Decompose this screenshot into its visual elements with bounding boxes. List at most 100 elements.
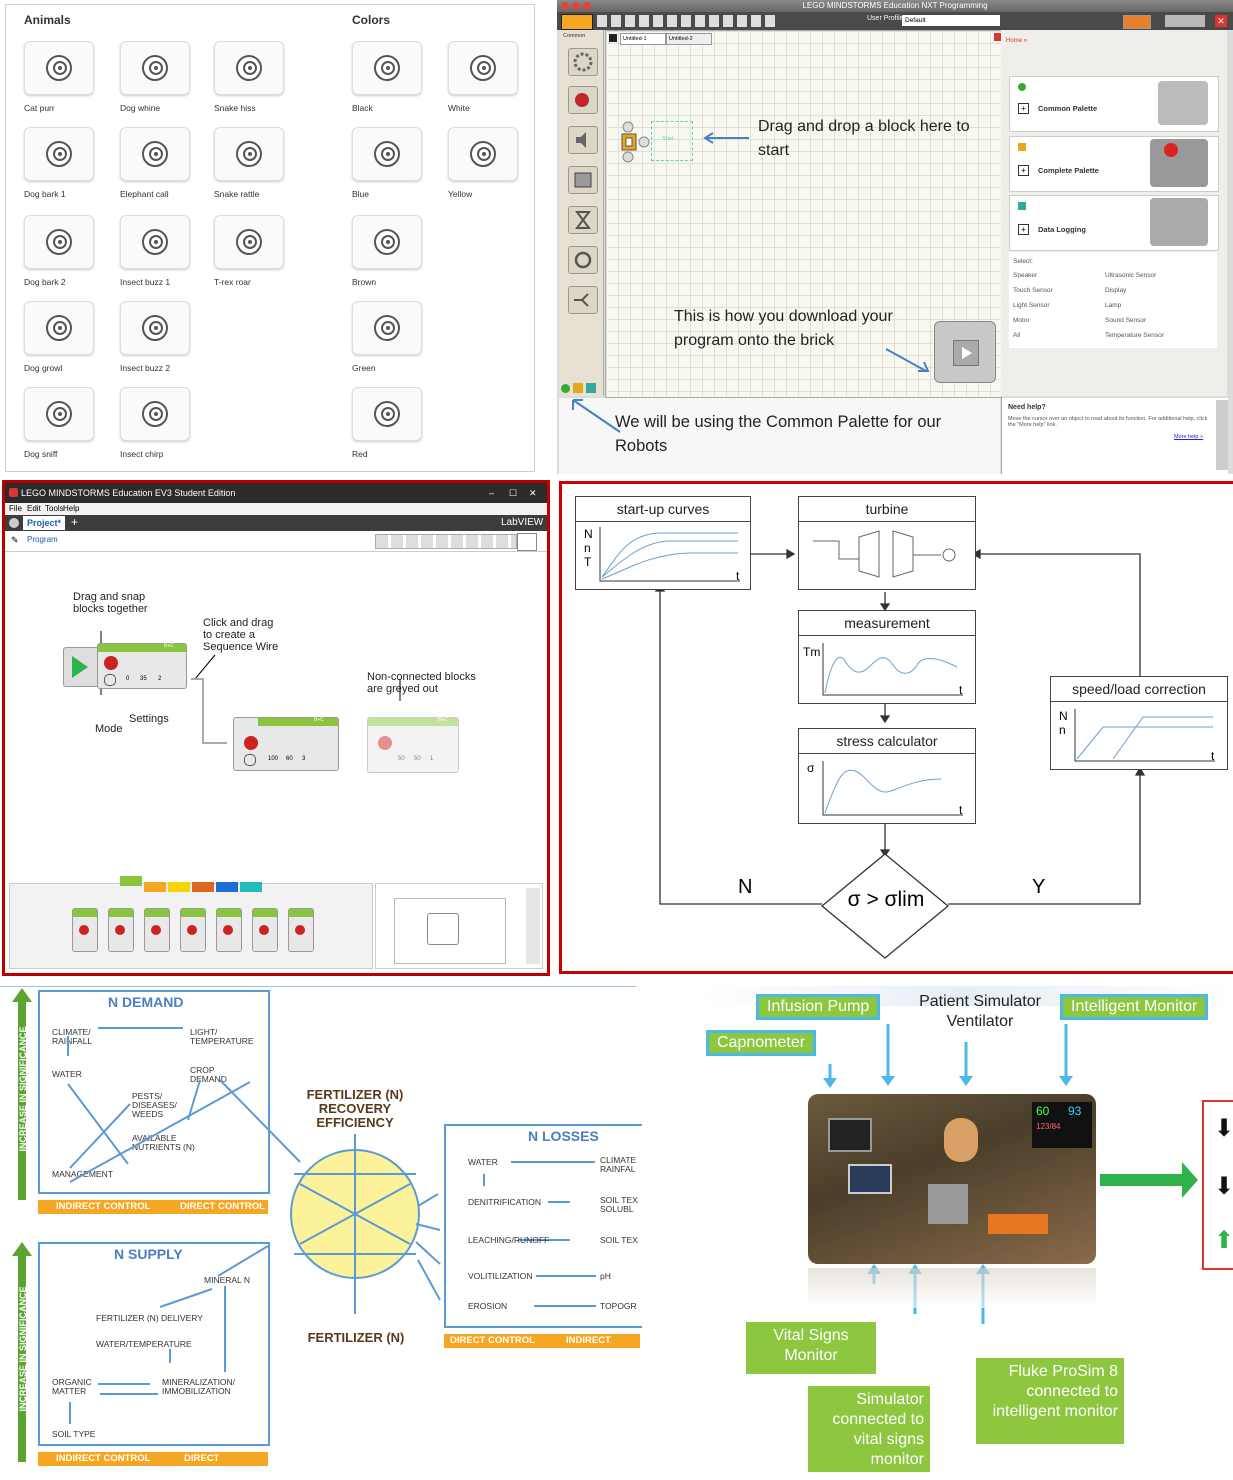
move-tank-block-1[interactable]: B+C 0 35 2	[97, 643, 187, 689]
data-tab[interactable]	[192, 882, 214, 892]
color-sound-button[interactable]	[352, 41, 422, 95]
switch-block-icon[interactable]	[568, 286, 598, 314]
download-run-button[interactable]	[953, 340, 979, 366]
common-palette-icon[interactable]	[561, 384, 570, 393]
download-controller[interactable]	[934, 321, 996, 383]
mode-icon[interactable]	[104, 674, 116, 686]
hardware-scroll[interactable]	[526, 888, 540, 964]
robot-icon[interactable]	[1123, 15, 1151, 29]
menu-item[interactable]: File	[9, 504, 22, 513]
block-value[interactable]: 2	[158, 676, 161, 682]
minimize-icon[interactable]: –	[489, 483, 494, 503]
nxt-logo-icon[interactable]	[561, 14, 593, 30]
action-tab[interactable]	[120, 876, 142, 886]
animal-sound-button[interactable]	[214, 127, 284, 181]
myblocks-tab[interactable]	[240, 882, 262, 892]
record-block-icon[interactable]	[568, 86, 598, 114]
animal-sound-button[interactable]	[24, 127, 94, 181]
block-value[interactable]: 3	[302, 756, 305, 762]
block-value[interactable]: 60	[286, 756, 293, 762]
expand-icon[interactable]: +	[1018, 224, 1029, 235]
content-editor-icon[interactable]	[517, 533, 537, 551]
expand-icon[interactable]: +	[1018, 103, 1029, 114]
help-scrollbar[interactable]	[1216, 400, 1228, 470]
animal-sound-button[interactable]	[120, 127, 190, 181]
program-tab[interactable]: Program	[27, 535, 58, 544]
block-value[interactable]: 100	[268, 756, 278, 762]
advanced-tab[interactable]	[216, 882, 238, 892]
block-value[interactable]: 0	[126, 676, 129, 682]
project-icon[interactable]	[9, 518, 19, 528]
sound-block-icon[interactable]	[568, 126, 598, 154]
flow-tab[interactable]	[144, 882, 166, 892]
block-value[interactable]: 35	[140, 676, 147, 682]
move-tank-block-2[interactable]: B+C 100 60 3	[233, 717, 339, 771]
user-profile-select[interactable]: Default	[902, 15, 1000, 26]
select-item[interactable]: Temperature Sensor	[1105, 332, 1164, 339]
custom-palette-icon[interactable]	[586, 383, 596, 393]
complete-palette-row[interactable]: + Complete Palette	[1009, 136, 1219, 192]
menu-item[interactable]: Help	[63, 504, 79, 513]
project-tab[interactable]: Project*	[23, 516, 66, 530]
close-dot-icon[interactable]	[561, 2, 569, 10]
palette-block[interactable]	[144, 908, 170, 952]
help-icon[interactable]	[1165, 15, 1205, 27]
palette-block[interactable]	[252, 908, 278, 952]
animal-sound-button[interactable]	[214, 41, 284, 95]
animal-sound-button[interactable]	[24, 301, 94, 355]
palette-block[interactable]	[216, 908, 242, 952]
animal-sound-button[interactable]	[24, 387, 94, 441]
toolbar-buttons[interactable]	[375, 534, 517, 549]
color-sound-button[interactable]	[352, 127, 422, 181]
tab-untitled-1[interactable]: Untitled-1	[620, 33, 666, 45]
display-block-icon[interactable]	[568, 166, 598, 194]
more-help-link[interactable]: More help »	[1174, 434, 1203, 440]
animal-sound-button[interactable]	[120, 387, 190, 441]
color-sound-button[interactable]	[448, 41, 518, 95]
start-block[interactable]	[63, 647, 99, 687]
program-canvas[interactable]: Untitled-1 Untitled-2 Start Drag and dro…	[605, 30, 1002, 398]
close-icon[interactable]: ✕	[529, 483, 537, 503]
select-item[interactable]: Motor	[1013, 317, 1030, 324]
data-logging-row[interactable]: + Data Logging	[1009, 195, 1219, 251]
data-logging-label[interactable]: Data Logging	[1038, 225, 1086, 234]
color-sound-button[interactable]	[352, 215, 422, 269]
select-item[interactable]: Light Sensor	[1013, 302, 1050, 309]
ev3-canvas[interactable]: Drag and snap blocks together Click and …	[5, 555, 543, 881]
common-palette-label[interactable]: Common Palette	[1038, 104, 1097, 113]
mode-icon[interactable]	[244, 754, 256, 766]
block-value[interactable]: 50	[398, 756, 405, 762]
home-link[interactable]: Home »	[1006, 38, 1027, 44]
select-item[interactable]: Sound Sensor	[1105, 317, 1146, 324]
color-sound-button[interactable]	[352, 301, 422, 355]
select-item[interactable]: Ultrasonic Sensor	[1105, 272, 1156, 279]
move-tank-block-3-greyed[interactable]: B+C 50 50 1	[367, 717, 459, 773]
palette-block[interactable]	[288, 908, 314, 952]
palette-block[interactable]	[108, 908, 134, 952]
loop-block-icon[interactable]	[568, 246, 598, 274]
brick-preview[interactable]	[394, 898, 506, 964]
block-value[interactable]: 50	[414, 756, 421, 762]
common-palette-row[interactable]: + Common Palette	[1009, 76, 1219, 132]
block-value[interactable]: 1	[430, 756, 433, 762]
wrench-icon[interactable]: ✎	[11, 535, 19, 546]
color-sound-button[interactable]	[448, 127, 518, 181]
close-icon[interactable]: ✕	[1215, 15, 1227, 27]
add-project-icon[interactable]: +	[71, 515, 78, 529]
tab-untitled-2[interactable]: Untitled-2	[666, 33, 712, 45]
maximize-icon[interactable]: ☐	[509, 483, 517, 503]
select-item[interactable]: Display	[1105, 287, 1126, 294]
expand-icon[interactable]: +	[1018, 165, 1029, 176]
palette-tab[interactable]: Common	[563, 33, 585, 39]
complete-palette-label[interactable]: Complete Palette	[1038, 166, 1099, 175]
palette-block[interactable]	[180, 908, 206, 952]
move-block-icon[interactable]	[568, 48, 598, 76]
wait-block-icon[interactable]	[568, 206, 598, 234]
sensor-tab[interactable]	[168, 882, 190, 892]
animal-sound-button[interactable]	[120, 301, 190, 355]
palette-block[interactable]	[72, 908, 98, 952]
menu-item[interactable]: Tools	[45, 504, 64, 513]
select-item[interactable]: Speaker	[1013, 272, 1037, 279]
select-item[interactable]: All	[1013, 332, 1020, 339]
animal-sound-button[interactable]	[120, 41, 190, 95]
